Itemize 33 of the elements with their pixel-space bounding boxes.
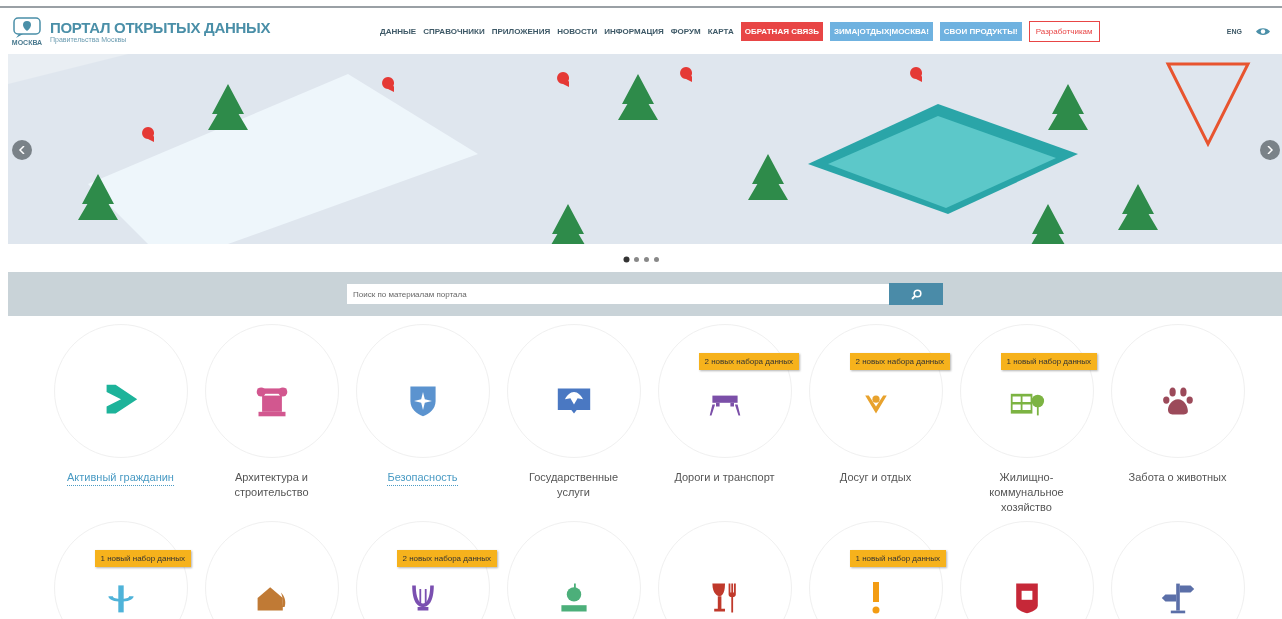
portal-title: ПОРТАЛ ОТКРЫТЫХ ДАННЫХ bbox=[50, 19, 271, 36]
new-datasets-badge: 1 новый набор данных bbox=[1000, 353, 1097, 370]
search-button[interactable] bbox=[889, 283, 943, 305]
chevron-left-icon bbox=[18, 146, 26, 154]
map-pin-logo-icon bbox=[13, 16, 41, 39]
slide-dot[interactable] bbox=[623, 256, 629, 263]
nav-link[interactable]: Разработчикам bbox=[1028, 20, 1100, 42]
new-datasets-badge: 2 новых набора данных bbox=[396, 550, 497, 567]
category-link[interactable]: Государственные услуги bbox=[513, 470, 634, 500]
nav-link[interactable]: ИНФОРМАЦИЯ bbox=[604, 26, 664, 36]
category-link[interactable]: Забота о животных bbox=[1128, 470, 1227, 485]
new-datasets-badge: 1 новый набор данных bbox=[94, 550, 191, 567]
nav-link[interactable]: ДАННЫЕ bbox=[380, 26, 417, 36]
eye-icon[interactable] bbox=[1256, 26, 1270, 36]
nav-link[interactable]: НОВОСТИ bbox=[557, 26, 598, 36]
slide-dot[interactable] bbox=[633, 257, 639, 262]
new-datasets-badge: 2 новых набора данных bbox=[849, 353, 950, 370]
nav-link[interactable]: КАРТА bbox=[707, 26, 734, 36]
slide-dot[interactable] bbox=[643, 257, 649, 262]
nav-link[interactable]: ПРИЛОЖЕНИЯ bbox=[491, 26, 551, 36]
category-link[interactable]: Архитектура и строительство bbox=[211, 470, 332, 500]
new-datasets-badge: 1 новый набор данных bbox=[849, 550, 946, 567]
slide-dot[interactable] bbox=[653, 257, 659, 262]
chevron-right-icon bbox=[1266, 146, 1274, 154]
category-link[interactable]: Досуг и отдых bbox=[839, 470, 912, 485]
nav-link[interactable]: СПРАВОЧНИКИ bbox=[423, 26, 485, 36]
new-datasets-badge: 2 новых набора данных bbox=[698, 353, 799, 370]
search-icon bbox=[910, 288, 922, 300]
nav-link[interactable]: ФОРУМ bbox=[670, 26, 701, 36]
search-field[interactable]: Поиск по материалам портала bbox=[347, 284, 889, 304]
nav-link[interactable]: ОБРАТНАЯ СВЯЗЬ bbox=[740, 21, 823, 41]
category-link[interactable]: Дороги и транспорт bbox=[674, 470, 775, 485]
category-link[interactable]: Жилищно-коммунальное хозяйство bbox=[966, 470, 1087, 515]
